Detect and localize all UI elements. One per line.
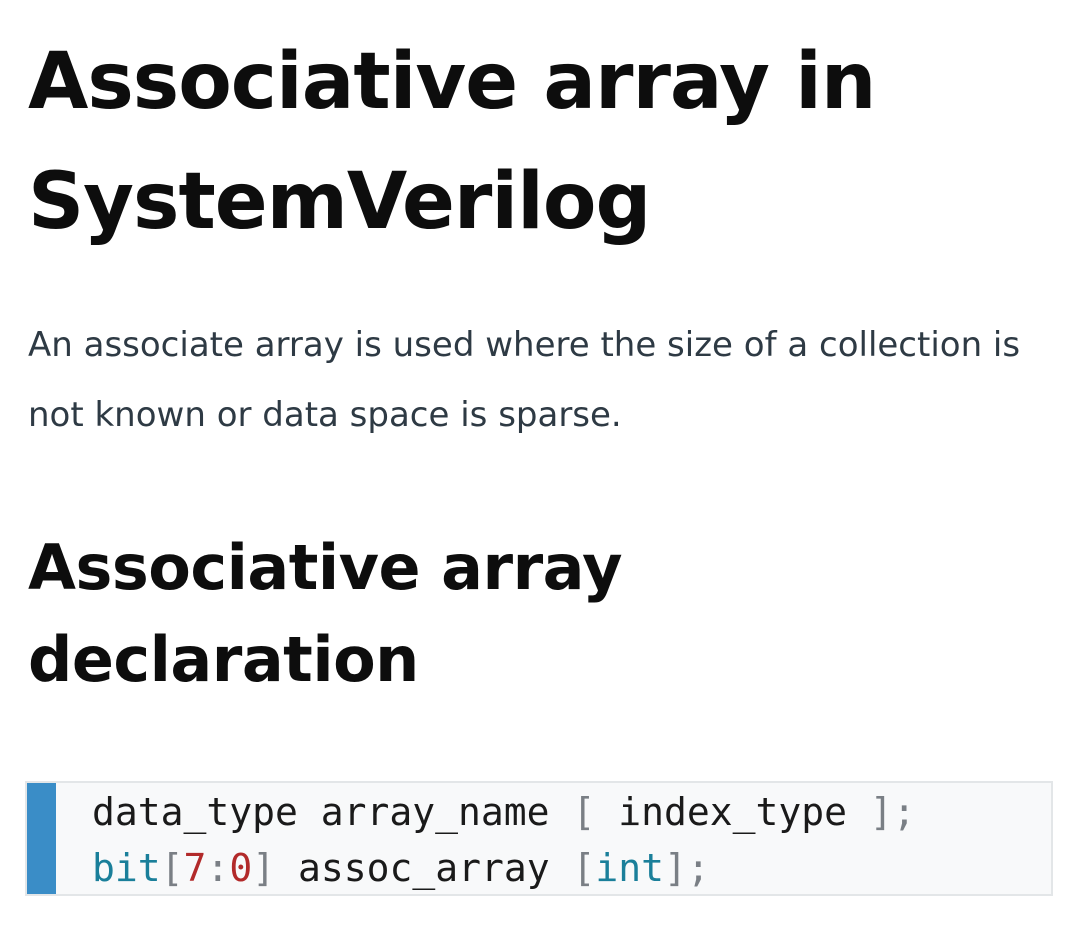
code-token-open-bracket: [	[572, 790, 596, 834]
code-token-assoc-array: assoc_array	[275, 846, 573, 890]
code-accent-bar	[27, 783, 56, 894]
code-token-data-type: data_type	[92, 790, 298, 834]
code-token-colon: :	[206, 846, 230, 890]
page-title: Associative array in SystemVerilog	[28, 37, 876, 247]
code-token-close-2: ];	[664, 846, 710, 890]
code-token-index-type: index_type	[595, 790, 870, 834]
code-token-number-hi: 7	[183, 846, 207, 890]
code-token-array-name: array_name	[297, 790, 573, 834]
code-line-2: bit[7:0] assoc_array [int];	[92, 840, 710, 896]
code-token-number-lo: 0	[229, 846, 253, 890]
code-token-bit: bit	[92, 846, 161, 890]
section-heading: Associative array declaration	[28, 531, 623, 696]
code-token-open-bracket: [	[160, 846, 184, 890]
intro-paragraph: An associate array is used where the siz…	[28, 325, 1021, 435]
code-token-open-bracket-2: [	[572, 846, 596, 890]
code-block: data_type array_name [ index_type ]; bit…	[25, 781, 1053, 896]
code-token-int: int	[595, 846, 665, 890]
code-token-close-bracket: ]	[252, 846, 276, 890]
code-token-close: ];	[869, 790, 916, 834]
code-line-1: data_type array_name [ index_type ];	[92, 784, 916, 840]
